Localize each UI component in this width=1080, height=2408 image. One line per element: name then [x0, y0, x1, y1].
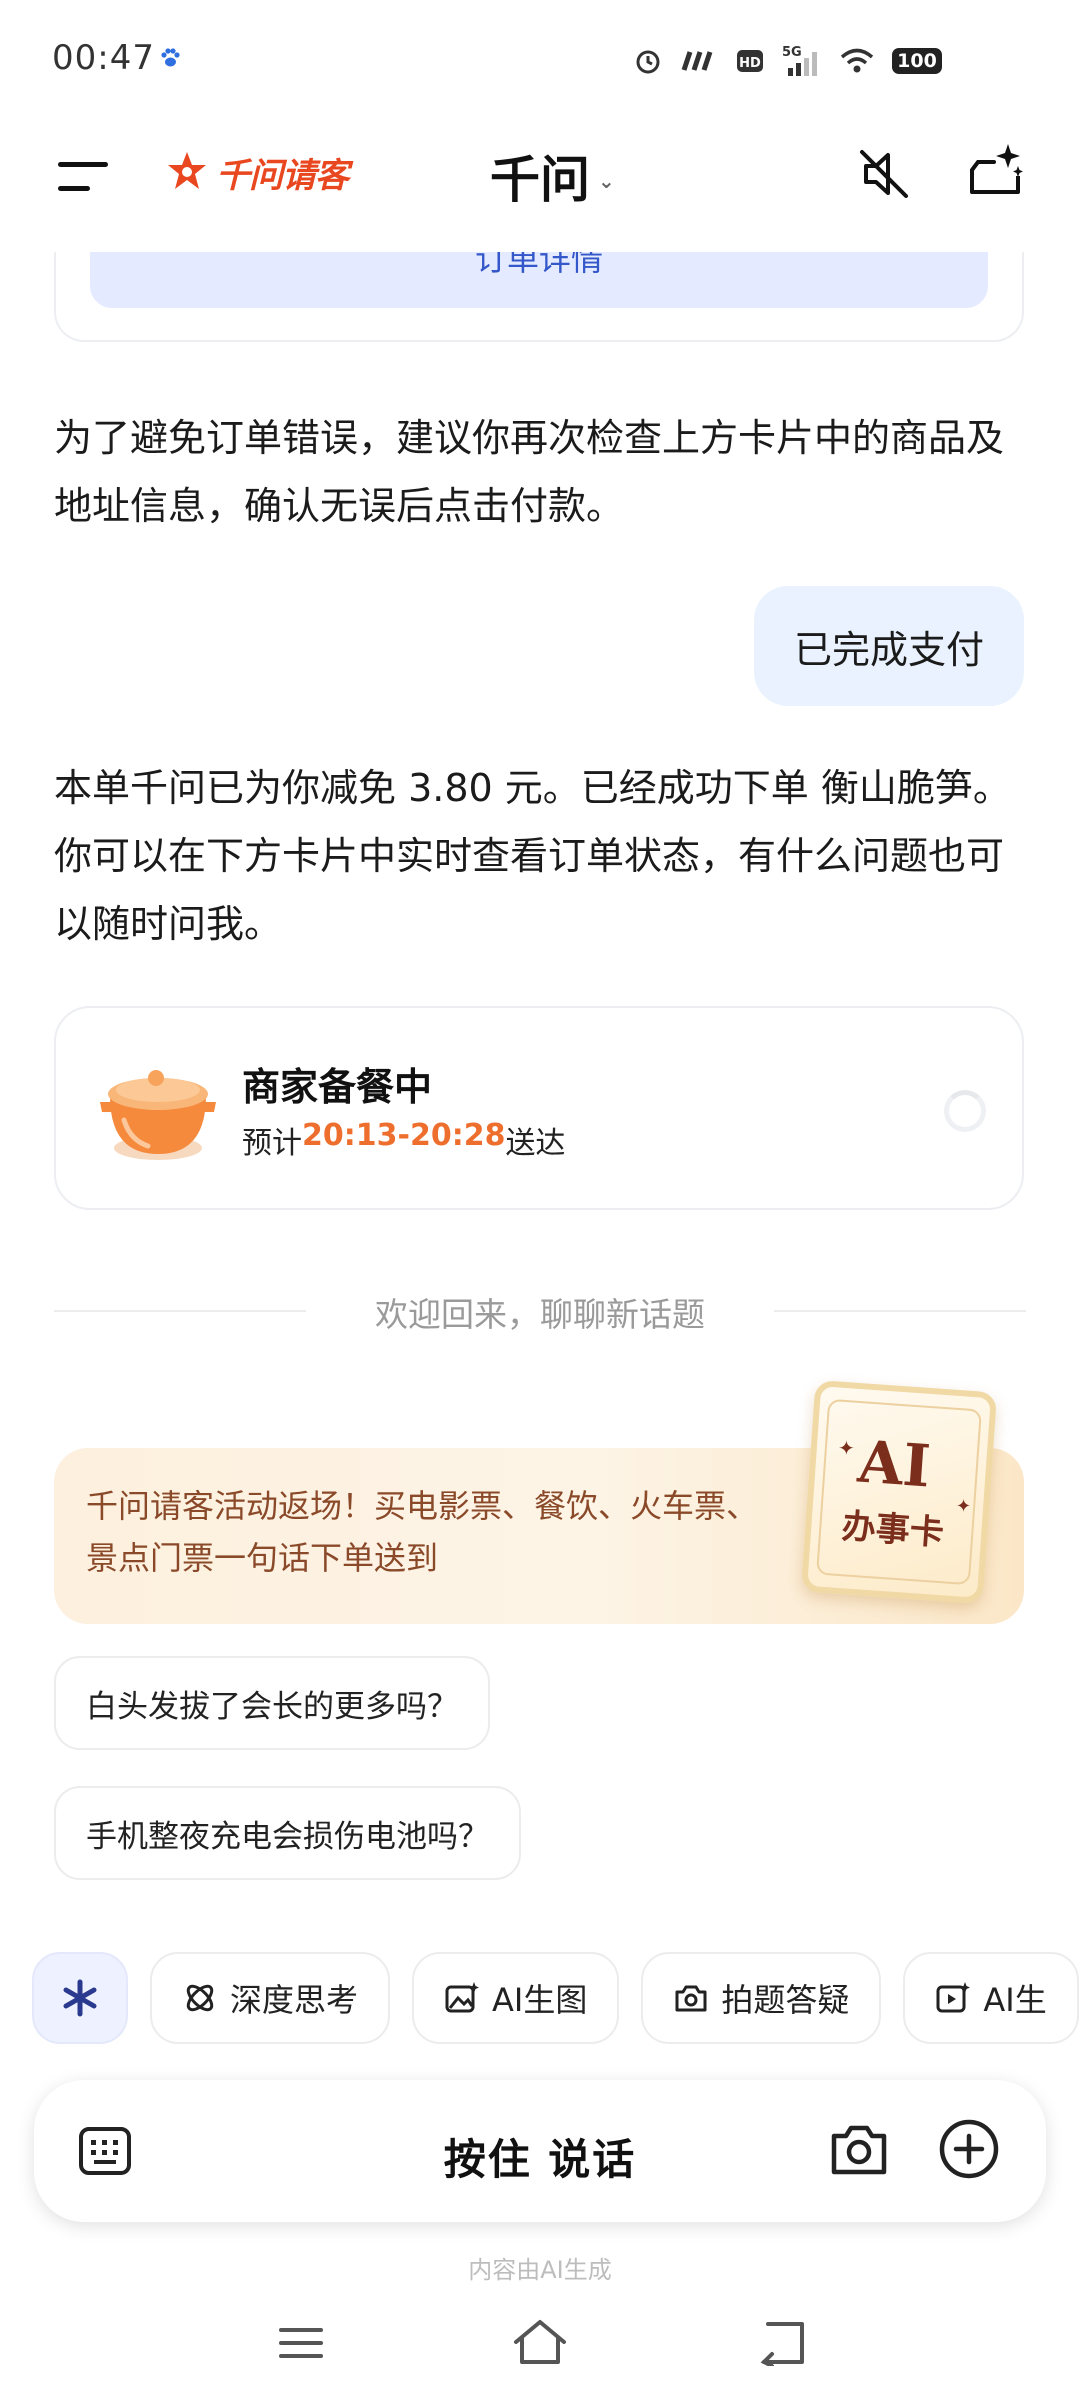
hold-to-talk-button[interactable]: 按住 说话	[0, 2126, 1080, 2187]
sparkle-icon: ✦	[838, 1436, 855, 1460]
network-label: 5G	[782, 45, 802, 60]
loading-spinner-icon	[944, 1090, 986, 1132]
cooking-pot-icon	[100, 1070, 216, 1160]
sparkle-icon: ✦	[956, 1496, 972, 1517]
brand-logo[interactable]: 千问请客	[164, 148, 349, 196]
delivery-eta: 预计 20:13-20:28 送达	[242, 1118, 565, 1162]
model-selector[interactable]: 千问 ⌄	[490, 140, 615, 212]
wifi-icon	[840, 48, 874, 73]
signal-bars-icon	[681, 51, 713, 71]
tool-ai-image[interactable]: AI生图	[412, 1952, 620, 2044]
alarm-icon	[636, 50, 660, 74]
eta-suffix: 送达	[505, 1126, 566, 1161]
camera-question-icon	[675, 1985, 707, 2012]
user-message-bubble: 已完成支付	[753, 586, 1024, 706]
baidu-paw-icon	[161, 48, 180, 67]
new-chat-sparkle-icon[interactable]	[964, 140, 1026, 202]
nav-home-icon[interactable]	[512, 2318, 568, 2366]
ai-disclaimer: 内容由AI生成	[468, 2256, 612, 2284]
suggestion-chip[interactable]: 白头发拔了会长的更多吗？	[54, 1656, 490, 1750]
brand-name: 千问请客	[216, 155, 349, 196]
image-gen-icon	[445, 1982, 480, 2013]
eta-prefix: 预计	[242, 1126, 302, 1161]
suggestion-chip[interactable]: 手机整夜充电会损伤电池吗？	[54, 1786, 521, 1880]
assistant-message: 为了避免订单错误，建议你再次检查上方卡片中的商品及地址信息，确认无误后点击付款。	[54, 416, 1005, 528]
page-title: 千问	[490, 151, 590, 209]
deep-think-icon	[186, 1984, 214, 2012]
ai-task-card-title: AI	[855, 1427, 933, 1501]
tool-bar: 深度思考 AI生图 拍题答疑 AI生	[32, 1952, 1079, 2044]
tool-label: AI生图	[492, 1981, 588, 2019]
tool-label: AI生	[983, 1981, 1047, 2019]
eta-time: 20:13-20:28	[302, 1118, 506, 1153]
user-message-text: 已完成支付	[793, 627, 984, 672]
order-detail-button[interactable]: 订单详情	[90, 250, 988, 308]
camera-icon[interactable]	[828, 2120, 890, 2178]
promo-text: 千问请客活动返场！买电影票、餐饮、火车票、景点门票一句话下单送到	[86, 1487, 759, 1577]
status-time: 00:47	[52, 38, 155, 78]
suggestion-text: 手机整夜充电会损伤电池吗？	[86, 1818, 489, 1855]
assistant-message: 本单千问已为你减免 3.80 元。已经成功下单 衡山脆笋。你可以在下方卡片中实时…	[54, 766, 1011, 946]
battery-icon: 100	[892, 48, 942, 74]
nav-recents-icon[interactable]	[278, 2326, 324, 2360]
chevron-down-icon: ⌄	[598, 169, 615, 193]
status-icons: HD 5G 100	[634, 44, 942, 78]
tool-label: 拍题答疑	[721, 1981, 850, 2019]
speaker-mute-icon[interactable]	[856, 146, 912, 202]
hd-icon: HD	[737, 50, 763, 72]
svg-text:HD: HD	[739, 56, 761, 71]
order-detail-label: 订单详情	[474, 250, 603, 278]
tool-ai-video[interactable]: AI生	[903, 1952, 1079, 2044]
nav-back-icon[interactable]	[756, 2320, 806, 2366]
brand-star-icon	[168, 152, 206, 189]
add-icon[interactable]	[938, 2118, 1000, 2180]
order-status-title: 商家备餐中	[242, 1065, 433, 1109]
tool-label: 深度思考	[230, 1981, 359, 2019]
asterisk-icon	[63, 1979, 97, 2017]
cellular-5g-icon: 5G	[782, 45, 817, 76]
suggestion-text: 白头发拔了会长的更多吗？	[86, 1688, 458, 1725]
ai-video-icon	[936, 1982, 971, 2013]
tool-quick-asterisk[interactable]	[32, 1952, 128, 2044]
ai-task-card-subtitle: 办事卡	[840, 1506, 946, 1554]
welcome-divider-text: 欢迎回来，聊聊新话题	[375, 1295, 705, 1334]
tool-photo-question[interactable]: 拍题答疑	[641, 1952, 882, 2044]
menu-icon[interactable]	[56, 158, 110, 194]
tool-deep-think[interactable]: 深度思考	[150, 1952, 391, 2044]
